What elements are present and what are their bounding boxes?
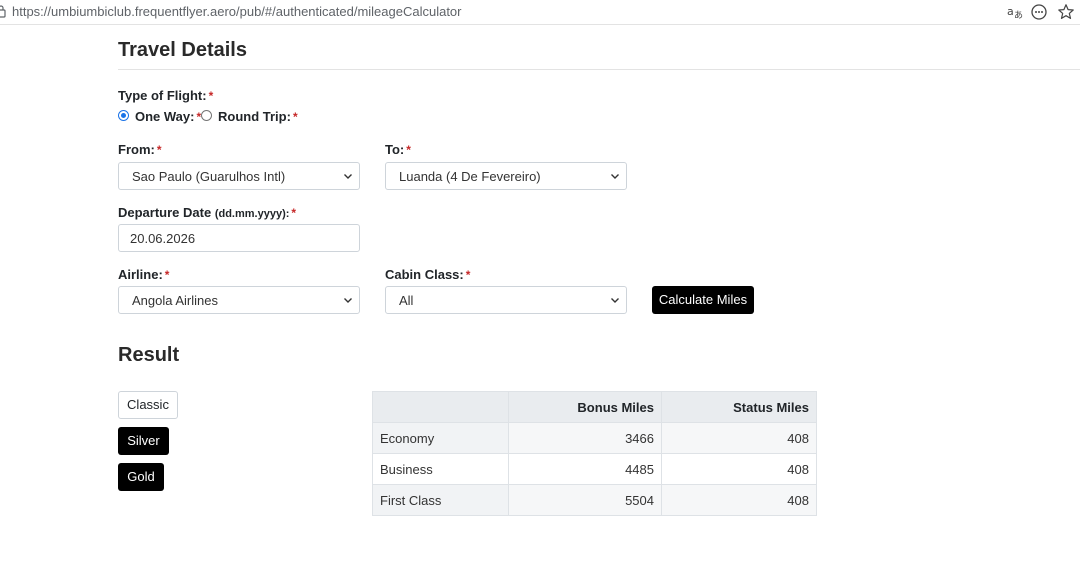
lock-icon bbox=[0, 5, 6, 18]
bonus-miles-cell: 5504 bbox=[508, 484, 662, 516]
from-value: Sao Paulo (Guarulhos Intl) bbox=[132, 169, 286, 184]
departure-date-label: Departure Date (dd.mm.yyyy): * bbox=[118, 205, 296, 220]
to-label-text: To: bbox=[385, 142, 405, 157]
cabin-label-text: Cabin Class: bbox=[385, 267, 464, 282]
chevron-down-icon bbox=[344, 174, 352, 179]
airline-value: Angola Airlines bbox=[132, 293, 218, 308]
round-trip-radio[interactable] bbox=[201, 110, 212, 121]
tier-silver-button[interactable]: Silver bbox=[118, 427, 169, 455]
required-marker: * bbox=[292, 110, 298, 124]
calculate-miles-button[interactable]: Calculate Miles bbox=[652, 286, 754, 314]
travel-details-title: Travel Details bbox=[118, 39, 247, 61]
airline-select[interactable]: Angola Airlines bbox=[118, 286, 360, 314]
svg-text:あ: あ bbox=[1014, 10, 1023, 21]
title-divider bbox=[118, 69, 1080, 70]
required-marker: * bbox=[291, 206, 297, 220]
header-bonus-miles: Bonus Miles bbox=[508, 391, 662, 423]
tier-gold-button[interactable]: Gold bbox=[118, 463, 164, 491]
to-value: Luanda (4 De Fevereiro) bbox=[399, 169, 541, 184]
cabin-class-label: Cabin Class: * bbox=[385, 267, 470, 282]
header-status-miles: Status Miles bbox=[661, 391, 817, 423]
header-cabin bbox=[372, 391, 509, 423]
tier-classic-button[interactable]: Classic bbox=[118, 391, 178, 419]
table-header-row: Bonus Miles Status Miles bbox=[372, 391, 817, 423]
chevron-down-icon bbox=[611, 298, 619, 303]
round-trip-text: Round Trip: bbox=[218, 109, 291, 124]
departure-date-input[interactable]: 20.06.2026 bbox=[118, 224, 360, 252]
table-row: Business 4485 408 bbox=[372, 453, 817, 485]
round-trip-label[interactable]: Round Trip: * bbox=[218, 109, 298, 124]
translate-icon[interactable]: a あ bbox=[1006, 3, 1024, 21]
table-row: First Class 5504 408 bbox=[372, 484, 817, 516]
required-marker: * bbox=[406, 143, 411, 157]
from-label: From: * bbox=[118, 142, 162, 157]
cabin-class-select[interactable]: All bbox=[385, 286, 627, 314]
required-marker: * bbox=[156, 143, 162, 157]
flight-type-label: Type of Flight: * bbox=[118, 88, 213, 103]
status-miles-cell: 408 bbox=[661, 422, 817, 454]
one-way-radio[interactable] bbox=[118, 110, 129, 121]
chevron-down-icon bbox=[344, 298, 352, 303]
cabin-cell: Business bbox=[372, 453, 509, 485]
bonus-miles-cell: 4485 bbox=[508, 453, 662, 485]
airline-label: Airline: * bbox=[118, 267, 169, 282]
chevron-down-icon bbox=[611, 174, 619, 179]
cabin-value: All bbox=[399, 293, 414, 308]
required-marker: * bbox=[465, 268, 471, 282]
flight-type-text: Type of Flight: bbox=[118, 88, 207, 103]
address-url[interactable]: https://umbiumbiclub.frequentflyer.aero/… bbox=[12, 4, 462, 19]
from-select[interactable]: Sao Paulo (Guarulhos Intl) bbox=[118, 162, 360, 190]
one-way-text: One Way: bbox=[135, 109, 195, 124]
miles-result-table: Bonus Miles Status Miles Economy 3466 40… bbox=[372, 391, 817, 516]
svg-text:a: a bbox=[1007, 5, 1014, 18]
cabin-cell: Economy bbox=[372, 422, 509, 454]
bonus-miles-cell: 3466 bbox=[508, 422, 662, 454]
result-title: Result bbox=[118, 344, 180, 366]
departure-label-text: Departure Date bbox=[118, 205, 212, 220]
airline-label-text: Airline: bbox=[118, 267, 163, 282]
required-marker: * bbox=[164, 268, 170, 282]
from-label-text: From: bbox=[118, 142, 155, 157]
table-row: Economy 3466 408 bbox=[372, 422, 817, 454]
to-select[interactable]: Luanda (4 De Fevereiro) bbox=[385, 162, 627, 190]
more-icon[interactable] bbox=[1030, 3, 1048, 21]
one-way-label[interactable]: One Way: * bbox=[135, 109, 201, 124]
status-miles-cell: 408 bbox=[661, 453, 817, 485]
date-format-hint: (dd.mm.yyyy): bbox=[214, 208, 290, 220]
favorite-star-icon[interactable] bbox=[1057, 3, 1075, 21]
to-label: To: * bbox=[385, 142, 411, 157]
browser-address-bar: https://umbiumbiclub.frequentflyer.aero/… bbox=[0, 0, 1080, 25]
required-marker: * bbox=[208, 89, 214, 103]
cabin-cell: First Class bbox=[372, 484, 509, 516]
status-miles-cell: 408 bbox=[661, 484, 817, 516]
